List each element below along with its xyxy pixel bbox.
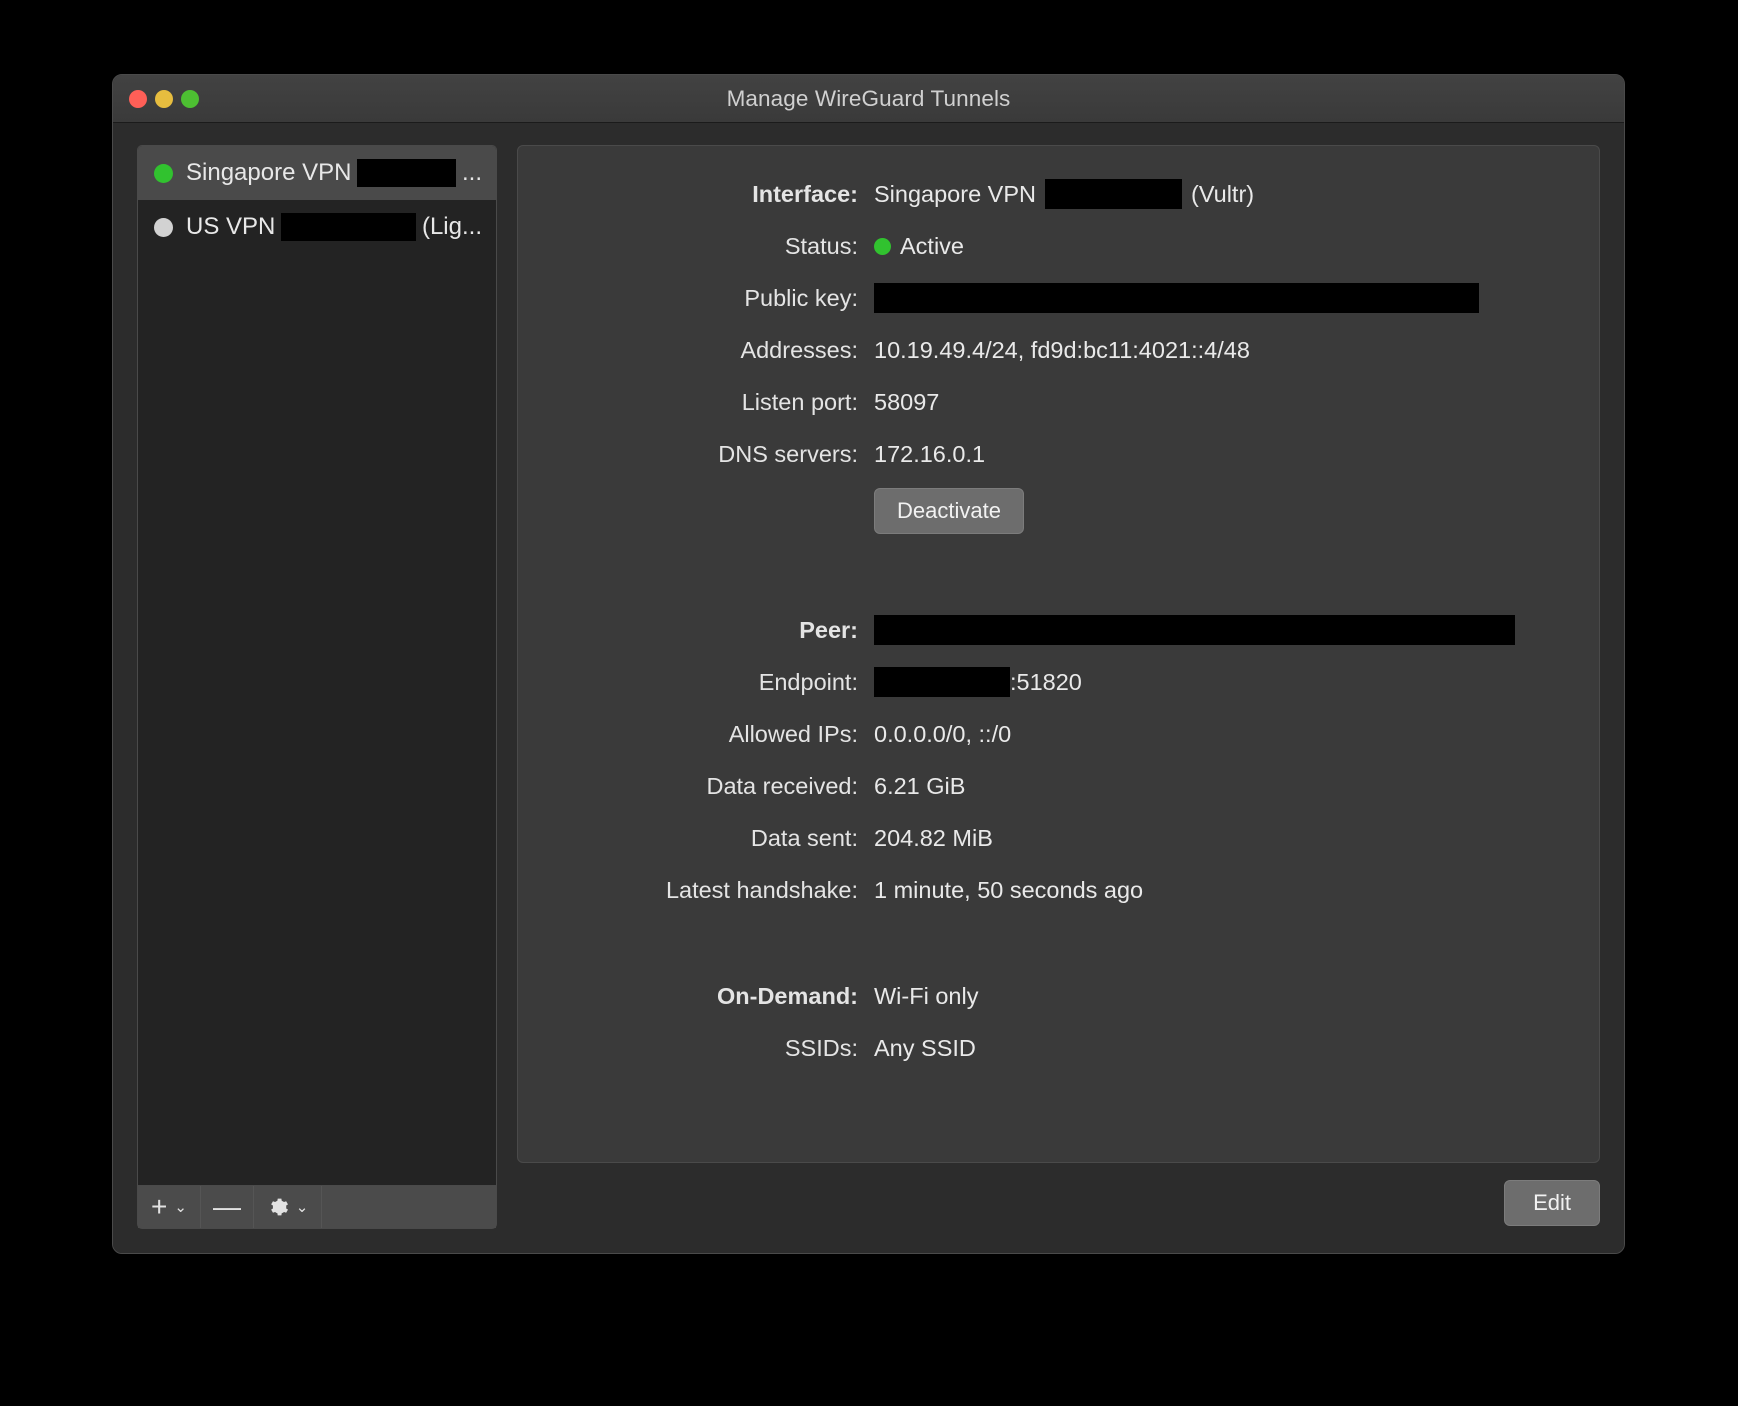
status-label: Status:	[784, 233, 858, 259]
status-dot-icon	[874, 237, 891, 255]
interface-section: Interface: Singapore VPN (Vultr) Status:…	[548, 168, 1569, 1074]
gear-icon	[267, 1196, 289, 1218]
public-key-value	[874, 272, 1569, 324]
tunnel-name-ellipsis: ...	[461, 159, 482, 186]
on-demand-value: Wi-Fi only	[874, 983, 979, 1009]
sidebar: Singapore VPN ... US VPN (Lig... + ⌄ — ⌄	[137, 145, 497, 1229]
close-window-button[interactable]	[129, 89, 147, 108]
ssids-value: Any SSID	[874, 1035, 976, 1061]
details-pane: Interface: Singapore VPN (Vultr) Status:…	[517, 145, 1600, 1229]
redacted-endpoint-host	[874, 667, 1010, 697]
deactivate-row: Deactivate	[874, 480, 1569, 542]
window-title: Manage WireGuard Tunnels	[726, 85, 1011, 111]
listen-port-value: 58097	[874, 389, 940, 415]
interface-value: Singapore VPN (Vultr)	[874, 168, 1569, 220]
app-window: Manage WireGuard Tunnels Singapore VPN .…	[112, 74, 1625, 1254]
dns-servers-value: 172.16.0.1	[874, 441, 986, 467]
interface-label: Interface:	[752, 181, 858, 207]
redacted-tunnel-detail	[281, 213, 416, 241]
remove-tunnel-button[interactable]: —	[201, 1186, 254, 1228]
redacted-interface-detail	[1045, 179, 1182, 209]
data-sent-label: Data sent:	[750, 825, 858, 851]
details-footer: Edit	[517, 1163, 1600, 1229]
tunnel-list-toolbar: + ⌄ — ⌄	[137, 1185, 497, 1229]
latest-handshake-value: 1 minute, 50 seconds ago	[874, 877, 1144, 903]
deactivate-button[interactable]: Deactivate	[874, 488, 1024, 534]
latest-handshake-label: Latest handshake:	[665, 877, 858, 903]
public-key-label: Public key:	[744, 285, 858, 311]
data-received-value: 6.21 GiB	[874, 773, 966, 799]
listen-port-label: Listen port:	[741, 389, 858, 415]
allowed-ips-value: 0.0.0.0/0, ::/0	[874, 721, 1012, 747]
redacted-peer-key	[874, 615, 1515, 645]
redacted-tunnel-detail	[357, 159, 456, 187]
endpoint-port-text: :51820	[1010, 669, 1082, 695]
endpoint-value: :51820	[874, 656, 1569, 708]
plus-icon: +	[151, 1191, 168, 1222]
interface-provider-text: (Vultr)	[1191, 181, 1255, 207]
status-badge: Active	[900, 233, 964, 259]
on-demand-label: On-Demand:	[717, 983, 858, 1009]
endpoint-label: Endpoint:	[758, 669, 858, 695]
window-titlebar: Manage WireGuard Tunnels	[113, 75, 1624, 123]
window-body: Singapore VPN ... US VPN (Lig... + ⌄ — ⌄…	[113, 123, 1624, 1253]
minus-icon: —	[213, 1191, 241, 1222]
peer-value	[874, 604, 1569, 656]
tunnel-list-item-label: Singapore VPN ...	[186, 159, 482, 187]
minimize-window-button[interactable]	[155, 89, 173, 108]
allowed-ips-label: Allowed IPs:	[728, 721, 858, 747]
tunnel-settings-button[interactable]: ⌄	[254, 1186, 322, 1228]
toolbar-filler	[322, 1186, 496, 1228]
addresses-value: 10.19.49.4/24, fd9d:bc11:4021::4/48	[874, 337, 1250, 363]
tunnel-name-text: Singapore VPN	[186, 159, 352, 186]
peer-label: Peer:	[799, 617, 858, 643]
tunnel-list[interactable]: Singapore VPN ... US VPN (Lig...	[137, 145, 497, 1185]
tunnel-status-dot-active	[154, 163, 173, 183]
edit-button[interactable]: Edit	[1504, 1180, 1600, 1226]
dns-servers-label: DNS servers:	[718, 441, 858, 467]
tunnel-list-item-us-vpn[interactable]: US VPN (Lig...	[138, 200, 496, 254]
data-sent-value: 204.82 MiB	[874, 825, 993, 851]
tunnel-details-box: Interface: Singapore VPN (Vultr) Status:…	[517, 145, 1600, 1163]
tunnel-name-ellipsis: (Lig...	[421, 213, 482, 240]
chevron-down-icon: ⌄	[174, 1198, 187, 1216]
interface-name-text: Singapore VPN	[874, 181, 1036, 207]
traffic-light-group	[129, 89, 199, 108]
tunnel-list-item-singapore-vpn[interactable]: Singapore VPN ...	[138, 146, 496, 200]
tunnel-name-text: US VPN	[186, 213, 276, 240]
redacted-public-key	[874, 283, 1479, 313]
status-value: Active	[874, 220, 1569, 272]
data-received-label: Data received:	[706, 773, 858, 799]
chevron-down-icon: ⌄	[295, 1198, 309, 1216]
ssids-label: SSIDs:	[784, 1035, 858, 1061]
addresses-label: Addresses:	[740, 337, 858, 363]
add-tunnel-button[interactable]: + ⌄	[138, 1186, 201, 1228]
maximize-window-button[interactable]	[181, 89, 199, 108]
tunnel-list-item-label: US VPN (Lig...	[186, 213, 482, 241]
tunnel-status-dot-inactive	[154, 217, 173, 237]
